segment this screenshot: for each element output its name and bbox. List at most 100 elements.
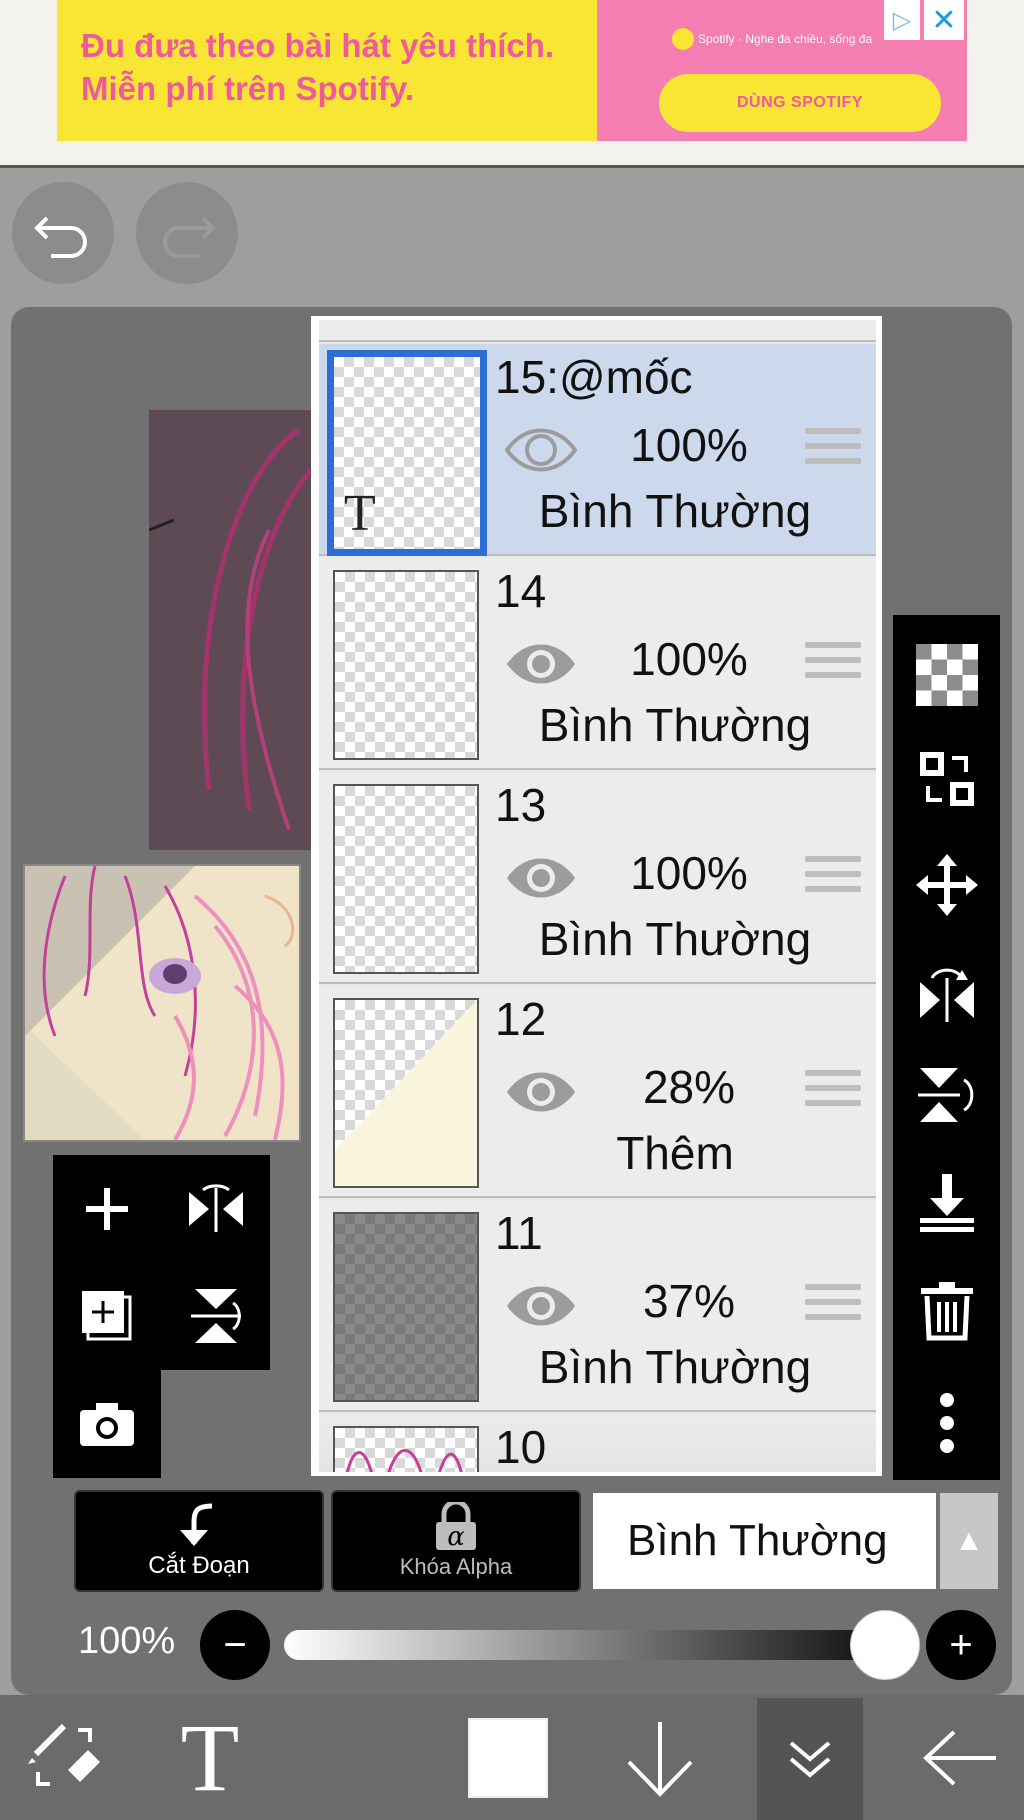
eye-icon[interactable] bbox=[505, 1278, 577, 1334]
swap-layer-button[interactable] bbox=[893, 731, 1000, 827]
more-options-button[interactable] bbox=[893, 1375, 1000, 1471]
layer-row[interactable]: 12 28% Thêm bbox=[319, 986, 876, 1198]
ad-headline: Đu đưa theo bài hát yêu thích. Miễn phí … bbox=[81, 27, 555, 107]
layer-blend-mode: Bình Thường bbox=[538, 699, 812, 751]
layer-thumbnail[interactable] bbox=[333, 1426, 479, 1472]
svg-text:α: α bbox=[447, 1522, 465, 1550]
add-layer-button[interactable] bbox=[53, 1155, 161, 1263]
layer-blend-mode: Bình Thường bbox=[538, 485, 812, 537]
layer-row[interactable]: T 15:@mốc 100% Bình Thường bbox=[319, 344, 876, 556]
brush-eraser-icon bbox=[28, 1723, 100, 1786]
alpha-lock-button[interactable]: α Khóa Alpha bbox=[331, 1490, 581, 1592]
layer-down-button[interactable] bbox=[600, 1695, 720, 1820]
minus-icon: − bbox=[223, 1622, 247, 1667]
eye-icon[interactable] bbox=[505, 850, 577, 906]
camera-button[interactable] bbox=[53, 1370, 161, 1478]
layer-blend-mode: Bình Thường bbox=[538, 913, 812, 965]
opacity-slider[interactable] bbox=[284, 1630, 920, 1660]
layer-row[interactable]: 13 100% Bình Thường bbox=[319, 772, 876, 984]
drag-handle-icon[interactable] bbox=[805, 856, 861, 902]
alpha-lock-label: Khóa Alpha bbox=[399, 1554, 513, 1579]
flip-vertical-icon bbox=[917, 1068, 973, 1122]
flip-vertical-layer-button[interactable] bbox=[893, 1047, 1000, 1143]
clipping-button[interactable]: Cắt Đoạn bbox=[74, 1490, 324, 1592]
flip-vertical-icon bbox=[191, 1289, 241, 1343]
ad-banner[interactable]: Đu đưa theo bài hát yêu thích. Miễn phí … bbox=[0, 0, 1024, 168]
back-button[interactable] bbox=[900, 1695, 1020, 1820]
drag-handle-icon[interactable] bbox=[805, 1070, 861, 1116]
blend-mode-dropdown-icon[interactable]: ▲ bbox=[940, 1493, 998, 1589]
delete-layer-button[interactable] bbox=[893, 1263, 1000, 1359]
artwork-strokes bbox=[148, 427, 313, 831]
color-swatch-button[interactable] bbox=[448, 1695, 568, 1820]
canvas-artwork[interactable] bbox=[148, 410, 313, 850]
eye-icon[interactable] bbox=[505, 1064, 577, 1120]
right-toolbar bbox=[893, 615, 1000, 1480]
spotify-logo-icon bbox=[672, 28, 694, 50]
layer-row[interactable]: 11 37% Bình Thường bbox=[319, 1200, 876, 1412]
transparency-button[interactable] bbox=[893, 627, 1000, 723]
add-copy-icon bbox=[82, 1291, 132, 1341]
opacity-value: 100% bbox=[78, 1620, 176, 1662]
merge-down-button[interactable] bbox=[893, 1155, 1000, 1251]
layer-blend-mode: Bình Thường bbox=[538, 1341, 812, 1393]
clipping-arrow-icon bbox=[180, 1503, 213, 1546]
blend-mode-select[interactable]: Bình Thường bbox=[593, 1493, 936, 1589]
layer-thumbnail-art bbox=[346, 1449, 463, 1472]
layer-opacity: 37% bbox=[642, 1275, 736, 1327]
flip-horizontal-button[interactable] bbox=[162, 1155, 270, 1263]
ad-cta-button[interactable]: DÙNG SPOTIFY bbox=[659, 74, 941, 132]
layer-thumbnail[interactable] bbox=[333, 998, 479, 1188]
drag-handle-icon[interactable] bbox=[805, 1284, 861, 1330]
layer-opacity: 100% bbox=[630, 633, 748, 685]
collapse-button[interactable] bbox=[757, 1698, 863, 1820]
layer-blend-mode: Thêm bbox=[616, 1127, 734, 1179]
layer-name: 13 bbox=[495, 779, 547, 831]
color-swatch bbox=[468, 1717, 548, 1798]
ad-close-icon[interactable]: ✕ bbox=[924, 0, 964, 40]
flip-vertical-button[interactable] bbox=[162, 1262, 270, 1370]
checkerboard-icon bbox=[915, 644, 978, 706]
layer-opacity: 100% bbox=[630, 419, 748, 471]
layer-thumbnail[interactable] bbox=[333, 1212, 479, 1402]
layer-row-partial[interactable] bbox=[319, 320, 876, 342]
plus-icon bbox=[86, 1188, 128, 1230]
layer-name: 10 bbox=[495, 1421, 547, 1473]
layer-thumbnail-art bbox=[335, 1000, 477, 1186]
ad-info-icon[interactable]: ▷ bbox=[884, 0, 920, 40]
ad-brand: Spotify · Nghe đa chiều, sống đa bbox=[672, 28, 872, 50]
drag-handle-icon[interactable] bbox=[805, 642, 861, 688]
clipping-label: Cắt Đoạn bbox=[148, 1552, 250, 1579]
layer-thumbnail[interactable] bbox=[333, 784, 479, 974]
layer-name: 12 bbox=[495, 993, 547, 1045]
down-arrow-icon bbox=[627, 1721, 693, 1797]
layer-opacity: 28% bbox=[642, 1061, 736, 1113]
redo-button[interactable] bbox=[136, 182, 238, 284]
flip-horizontal-layer-button[interactable] bbox=[893, 945, 1000, 1041]
ad-card[interactable]: Đu đưa theo bài hát yêu thích. Miễn phí … bbox=[57, 0, 967, 141]
drag-handle-icon[interactable] bbox=[805, 428, 861, 474]
back-arrow-icon bbox=[923, 1730, 996, 1785]
opacity-decrease-button[interactable]: − bbox=[200, 1610, 270, 1680]
camera-icon bbox=[80, 1403, 134, 1446]
layer-thumbnail[interactable] bbox=[333, 570, 479, 760]
alpha-lock-icon: α bbox=[436, 1502, 476, 1550]
undo-button[interactable] bbox=[12, 182, 114, 284]
text-tool-icon: T bbox=[180, 1703, 240, 1811]
layers-panel[interactable]: T 15:@mốc 100% Bình Thường 14 100% Bình … bbox=[311, 316, 882, 1476]
eye-outline-icon[interactable] bbox=[505, 422, 577, 478]
navigator-thumbnail[interactable] bbox=[23, 864, 301, 1142]
opacity-increase-button[interactable]: + bbox=[926, 1610, 996, 1680]
text-tool-button[interactable]: T bbox=[150, 1695, 270, 1820]
brush-eraser-button[interactable] bbox=[4, 1695, 124, 1820]
move-button[interactable] bbox=[893, 837, 1000, 933]
opacity-slider-knob[interactable] bbox=[850, 1610, 920, 1680]
eye-icon[interactable] bbox=[505, 636, 577, 692]
layer-thumbnail[interactable]: T bbox=[327, 350, 487, 556]
layer-name: 15:@mốc bbox=[495, 351, 693, 403]
more-vertical-icon bbox=[939, 1393, 954, 1453]
swap-icon bbox=[919, 752, 974, 806]
layer-row[interactable]: 14 100% Bình Thường bbox=[319, 558, 876, 770]
layer-row[interactable]: 10 bbox=[319, 1414, 876, 1473]
add-copy-layer-button[interactable] bbox=[53, 1262, 161, 1370]
